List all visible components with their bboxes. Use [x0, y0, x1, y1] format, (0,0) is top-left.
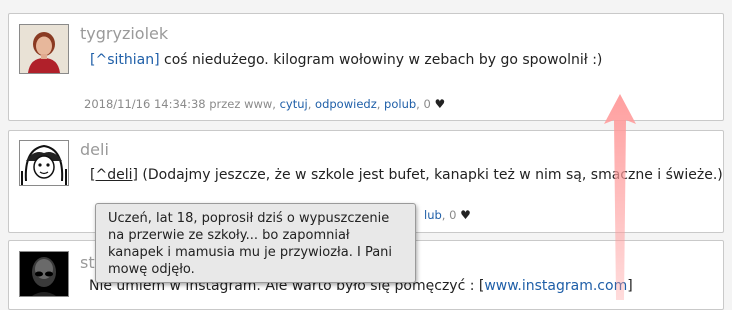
quote-tooltip: Uczeń, lat 18, poprosił dziś o wypuszcze…: [95, 203, 416, 283]
avatar-cartoon-icon: [20, 141, 68, 185]
reply-link[interactable]: odpowiedz: [315, 97, 377, 111]
like-count: 0: [449, 208, 457, 222]
heart-icon: ♥: [434, 97, 446, 111]
comment-author[interactable]: st: [80, 253, 95, 272]
avatar[interactable]: [19, 251, 69, 297]
quote-link[interactable]: cytuj: [280, 97, 308, 111]
heart-icon: ♥: [460, 208, 471, 222]
comment-author[interactable]: deli: [80, 140, 109, 159]
like-link[interactable]: polub: [384, 97, 416, 111]
comment-text: coś niedużego. kilogram wołowiny w zebac…: [159, 52, 603, 68]
comment-author[interactable]: tygryziolek: [80, 24, 168, 43]
avatar[interactable]: [19, 24, 69, 74]
avatar-photo-icon: [20, 25, 68, 73]
like-link[interactable]: lub: [424, 208, 442, 222]
avatar[interactable]: [19, 140, 69, 186]
like-count: 0: [423, 97, 431, 111]
mention-link[interactable]: [^deli]: [90, 167, 138, 183]
comment-body: [^sithian] coś niedużego. kilogram wołow…: [90, 52, 602, 68]
comment-meta: lub, 0 ♥: [424, 208, 471, 222]
comment-meta: 2018/11/16 14:34:38 przez www, cytuj, od…: [84, 97, 446, 111]
comment-timestamp: 2018/11/16 14:34:38 przez www,: [84, 97, 276, 111]
avatar-alien-icon: [20, 252, 68, 296]
mention-link[interactable]: [^sithian]: [90, 52, 160, 68]
arrow-up-icon: [604, 94, 636, 300]
